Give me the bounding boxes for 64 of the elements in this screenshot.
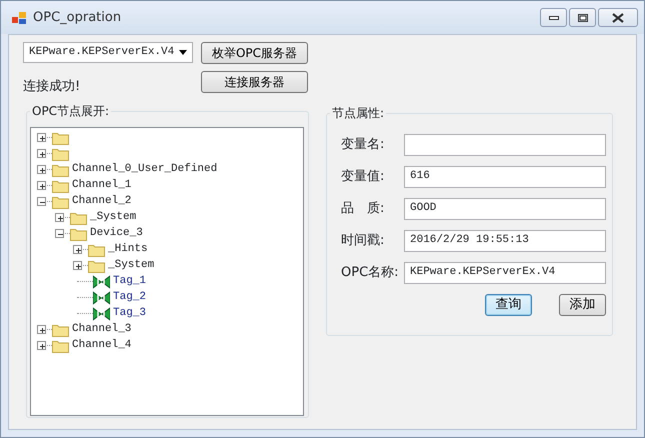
tree-item[interactable]: Channel_1 [72, 177, 132, 194]
tree-item[interactable]: Channel_4 [72, 337, 132, 354]
caret-icon [179, 50, 187, 55]
folder-icon [52, 338, 69, 352]
tree-item[interactable]: _System [108, 257, 154, 274]
folder-icon [52, 194, 69, 208]
minimize-icon [548, 16, 558, 20]
input-field[interactable]: KEPware.KEPServerEx.V4 [404, 262, 606, 284]
button[interactable]: 查询 [485, 294, 532, 316]
button[interactable]: 连接服务器 [201, 71, 308, 93]
tree-item[interactable]: Tag_3 [113, 305, 146, 322]
folder-icon [70, 226, 87, 240]
close-icon [612, 12, 624, 22]
tree-item[interactable]: Device_3 [90, 225, 143, 242]
group-title: 节点属性: [330, 104, 386, 120]
tree-item[interactable]: Channel_2 [72, 193, 132, 210]
tree-item[interactable]: Channel_0_User_Defined [72, 161, 218, 178]
field-label: OPC名称: [341, 264, 400, 282]
field-label: 变量值: [341, 168, 386, 186]
expander-icon[interactable] [37, 197, 46, 206]
expander-icon[interactable] [37, 165, 46, 174]
app-icon [11, 10, 27, 24]
close-button[interactable] [598, 8, 638, 27]
group-title: OPC节点展开: [30, 102, 112, 118]
folder-icon [88, 258, 105, 272]
minimize-button[interactable] [540, 8, 567, 27]
expander-icon[interactable] [37, 181, 46, 190]
tag-icon [93, 274, 110, 288]
input-field[interactable] [404, 134, 606, 156]
field-label: 品 质: [341, 200, 386, 218]
expander-icon[interactable] [55, 213, 64, 222]
expander-icon[interactable] [37, 341, 46, 350]
button[interactable]: 添加 [559, 294, 606, 316]
input-field[interactable]: GOOD [404, 198, 606, 220]
tag-icon [93, 290, 110, 304]
expander-icon[interactable] [37, 325, 46, 334]
input-field[interactable]: 2016/2/29 19:55:13 [404, 230, 606, 252]
folder-icon [52, 130, 69, 144]
tree-item[interactable]: Channel_3 [72, 321, 132, 338]
folder-icon [52, 162, 69, 176]
tree-item[interactable]: Tag_2 [113, 289, 146, 306]
tree-item[interactable]: _System [90, 209, 136, 226]
tag-icon [93, 306, 110, 320]
expander-icon[interactable] [73, 245, 82, 254]
folder-icon [52, 178, 69, 192]
expander-icon[interactable] [37, 133, 46, 142]
button[interactable]: 枚举OPC服务器 [201, 42, 308, 64]
folder-icon [52, 146, 69, 160]
tree-item[interactable]: _Hints [108, 241, 148, 258]
field-label: 时间戳: [341, 232, 386, 250]
maximize-button[interactable] [569, 8, 596, 27]
input-field[interactable]: 616 [404, 166, 606, 188]
tree-item[interactable]: Tag_1 [113, 273, 146, 290]
expander-icon[interactable] [37, 149, 46, 158]
folder-icon [70, 210, 87, 224]
folder-icon [88, 242, 105, 256]
field-label: 变量名: [341, 136, 386, 154]
folder-icon [52, 322, 69, 336]
maximize-icon [578, 14, 588, 22]
expander-icon[interactable] [73, 261, 82, 270]
expander-icon[interactable] [55, 229, 64, 238]
status-text: 连接成功! [23, 78, 82, 96]
window-title: OPC_opration [33, 8, 122, 27]
server-dropdown[interactable]: KEPware.KEPServerEx.V4 [23, 42, 193, 63]
